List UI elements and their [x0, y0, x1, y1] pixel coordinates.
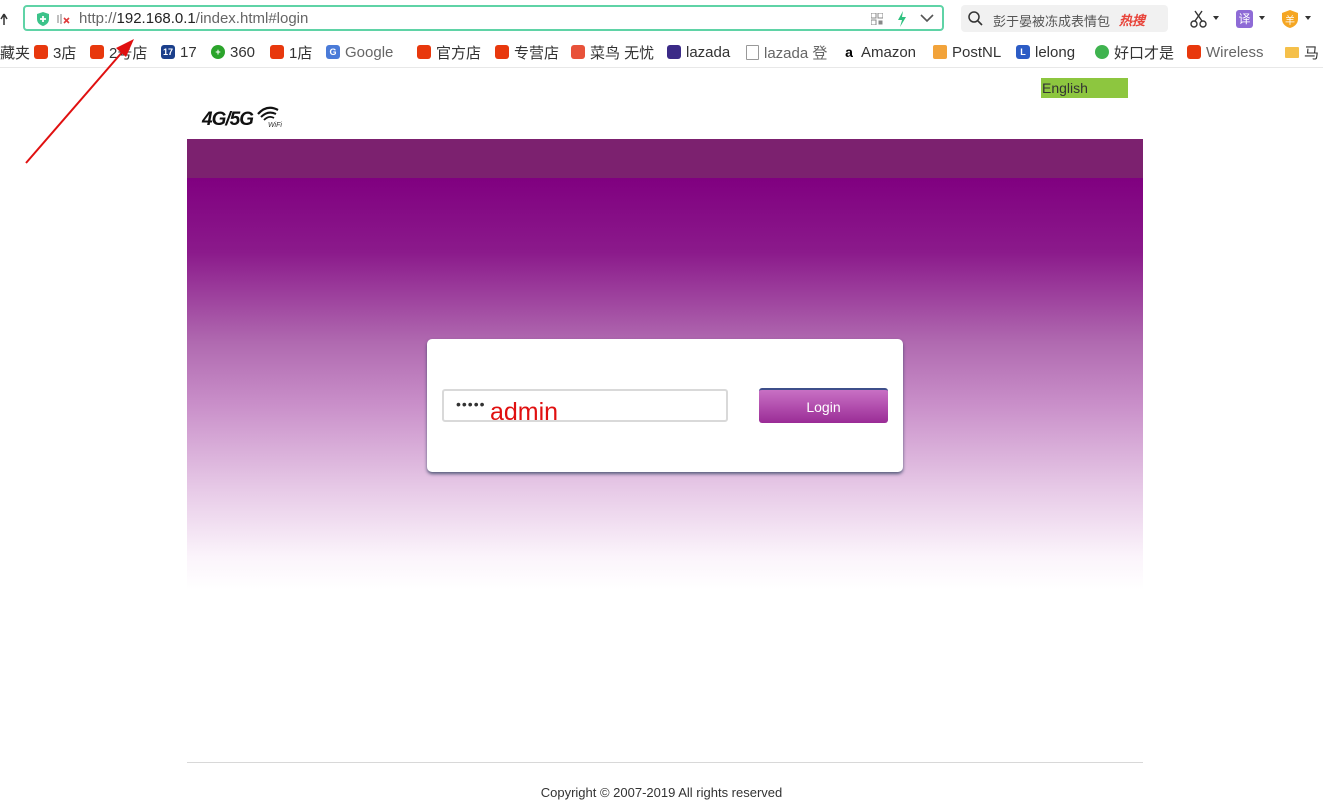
google-translate-icon: G: [326, 45, 340, 59]
search-icon[interactable]: [968, 11, 983, 26]
scissors-icon[interactable]: [1190, 10, 1208, 28]
translate-icon[interactable]: 译: [1236, 10, 1253, 28]
bookmark-label: PostNL: [952, 43, 1002, 61]
bookmark-label: 藏夹: [0, 44, 31, 62]
bookmark-item[interactable]: 专营店: [495, 43, 560, 62]
cainiao-icon: [571, 45, 585, 59]
language-selector[interactable]: English: [1041, 78, 1128, 98]
header-strip: [187, 139, 1143, 178]
bookmark-item[interactable]: 17 17: [161, 43, 197, 61]
bookmark-label: 好口才是: [1114, 44, 1175, 62]
address-bar[interactable]: http://192.168.0.1/index.html#login: [23, 5, 944, 31]
bookmark-label: 专营店: [514, 44, 560, 62]
folder-icon: [1285, 46, 1299, 58]
qr-code-icon[interactable]: [871, 13, 883, 25]
bookmark-item[interactable]: lazada 登: [746, 43, 828, 62]
bookmark-label: Amazon: [861, 43, 917, 61]
bookmarks-bar: 藏夹 3店 2号店 17 17 +360 1店 G Google 官方店 专营店 菜…: [0, 38, 1323, 68]
bookmark-label: 菜鸟 无忧: [590, 44, 655, 62]
bookmark-label: 1店: [289, 44, 313, 62]
bookmark-item[interactable]: lazada: [667, 43, 730, 61]
bookmark-item[interactable]: 官方店: [417, 43, 482, 62]
profile-label: 羊: [1285, 16, 1295, 27]
footer-divider: [187, 762, 1143, 763]
bookmark-label: 17: [180, 43, 197, 61]
lelong-icon: L: [1016, 45, 1030, 59]
bookmark-item[interactable]: G Google: [326, 43, 393, 61]
back-arrow-icon[interactable]: [0, 12, 8, 26]
haokoucai-icon: [1095, 45, 1109, 59]
bookmark-item[interactable]: 藏夹: [0, 43, 31, 62]
bookmark-item[interactable]: 2号店: [90, 43, 148, 62]
three60-icon: +: [211, 45, 225, 59]
bookmark-label: lazada: [686, 43, 731, 61]
lazada-icon: [667, 45, 681, 59]
search-box[interactable]: 彭于晏被冻成表情包 热搜: [961, 5, 1168, 32]
bookmark-label: 360: [230, 43, 256, 61]
taobao-icon: [34, 45, 48, 59]
bookmark-item[interactable]: 1店: [270, 43, 313, 62]
amazon-icon: a: [842, 45, 856, 59]
logo-text: 4G/5G: [202, 109, 254, 130]
search-suggestion-text[interactable]: 彭于晏被冻成表情包: [993, 11, 1110, 30]
security-shield-icon[interactable]: [36, 12, 50, 26]
bookmark-item[interactable]: +360: [211, 43, 255, 61]
taobao-icon: [417, 45, 431, 59]
seventeen-track-icon: 17: [161, 45, 175, 59]
bookmark-item[interactable]: PostNL: [933, 43, 1001, 61]
bookmark-label: 3店: [53, 44, 77, 62]
taobao-icon: [270, 45, 284, 59]
password-annotation: admin: [490, 398, 559, 426]
tracking-blocked-icon[interactable]: [55, 12, 71, 26]
bookmark-label: lazada 登: [764, 44, 828, 62]
speed-mode-bolt-icon[interactable]: [897, 11, 907, 27]
taobao-icon: [495, 45, 509, 59]
url-host: 192.168.0.1: [116, 10, 196, 27]
bookmark-item[interactable]: 好口才是: [1095, 43, 1175, 62]
bookmark-item[interactable]: Llelong: [1016, 43, 1075, 61]
hot-search-badge: 热搜: [1119, 13, 1146, 28]
url-path: /index.html#login: [195, 10, 309, 27]
bookmark-label: 2号店: [109, 44, 148, 62]
url-scheme: http://: [79, 10, 117, 27]
taobao-icon: [1187, 45, 1201, 59]
profile-dropdown-icon[interactable]: [1305, 16, 1311, 20]
bookmark-item[interactable]: 马: [1285, 43, 1320, 62]
postnl-icon: [933, 45, 947, 59]
taobao-icon: [90, 45, 104, 59]
wifi-signal-icon: [257, 106, 279, 121]
brand-logo: 4G/5G WiFi: [202, 104, 284, 134]
logo-wifi-label: WiFi: [268, 122, 282, 129]
browser-toolbar: http://192.168.0.1/index.html#login 彭于晏被…: [0, 0, 1323, 38]
chevron-down-icon[interactable]: [920, 13, 934, 23]
scissors-dropdown-icon[interactable]: [1213, 16, 1219, 20]
bookmark-label: 马: [1304, 44, 1320, 62]
bookmark-item[interactable]: 菜鸟 无忧: [571, 43, 655, 62]
bookmark-label: Google: [345, 43, 394, 61]
bookmark-item[interactable]: a Amazon: [842, 43, 916, 61]
login-button[interactable]: Login: [759, 388, 888, 423]
bookmark-label: Wireless: [1206, 43, 1264, 61]
bookmark-label: 官方店: [436, 44, 482, 62]
bookmark-label: lelong: [1035, 43, 1076, 61]
page-icon: [746, 44, 759, 60]
copyright-text: Copyright © 2007-2019 All rights reserve…: [540, 785, 783, 800]
bookmark-item[interactable]: Wireless: [1187, 43, 1264, 61]
translate-dropdown-icon[interactable]: [1259, 16, 1265, 20]
bookmark-item[interactable]: 3店: [34, 43, 77, 62]
url-text[interactable]: http://192.168.0.1/index.html#login: [79, 10, 308, 27]
password-input[interactable]: •••••: [442, 389, 728, 422]
